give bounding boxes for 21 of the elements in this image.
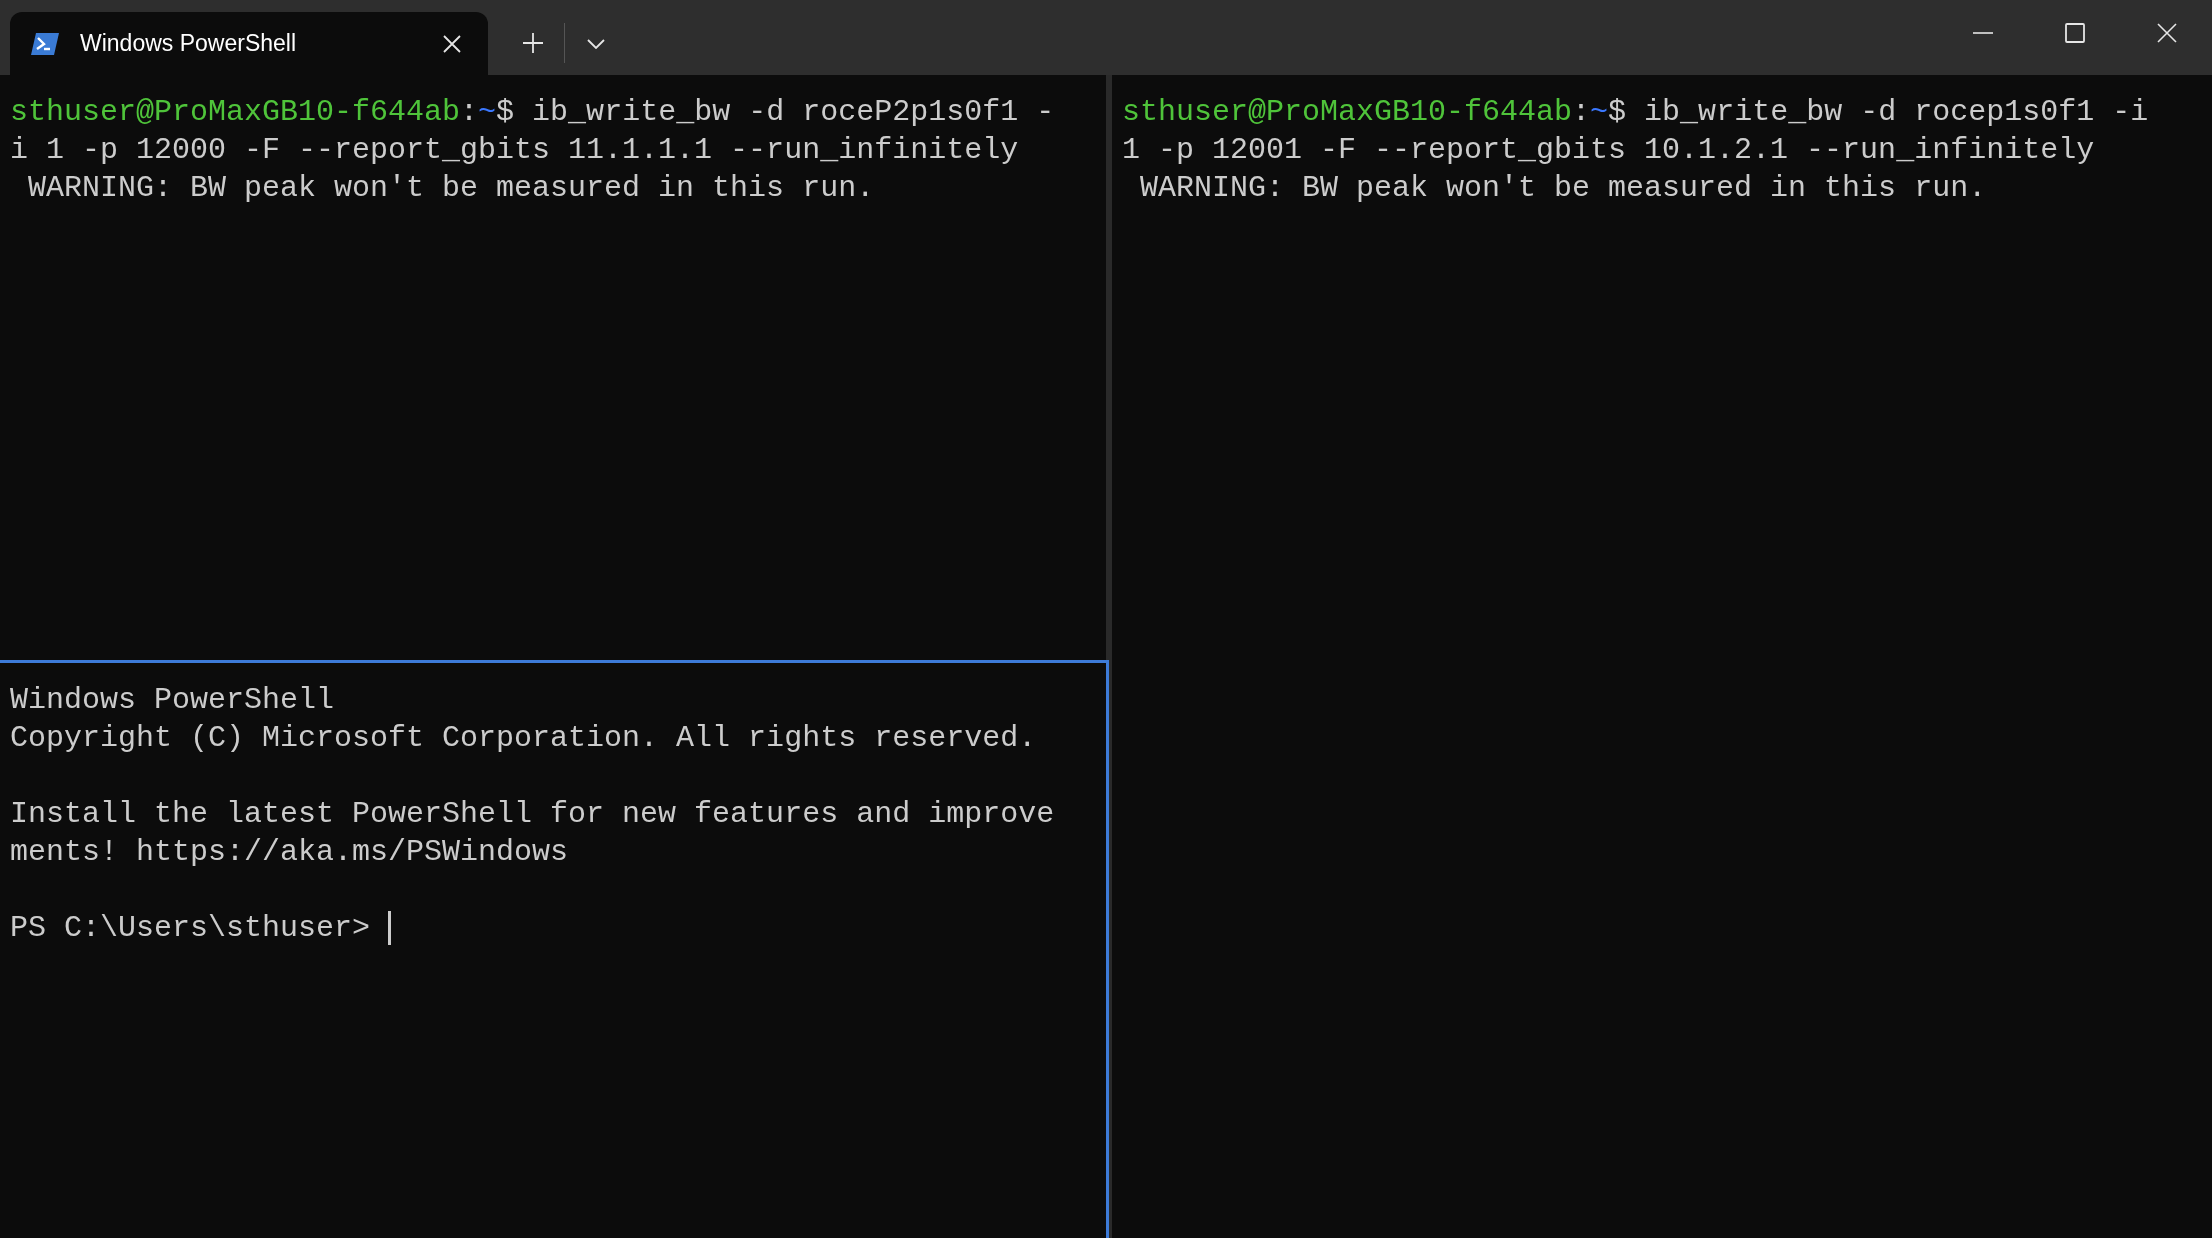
terminal-line: WARNING: BW peak won't be measured in this run. <box>1139 170 1988 207</box>
terminal-pane[interactable]: sthuser@ProMaxGB10-f644ab:~$ ib_write_bw -d roceP2p1s0f1 - i 1 -p 12000 -F --report_gbits 11.1.1.1 --run_infinitely WARNING: BW peak won't be measured in this run. <box>0 75 1106 660</box>
terminal-tab[interactable]: Windows PowerShell <box>10 12 488 75</box>
close-icon[interactable] <box>2157 23 2177 43</box>
terminal-line: PS C:\Users\sthuser> <box>10 909 1096 947</box>
powershell-icon <box>30 31 60 56</box>
terminal-line: sthuser@ProMaxGB10-f644ab:~$ ib_write_bw -d rocep1s0f1 -i <box>1122 94 2150 131</box>
terminal-line: Copyright (C) Microsoft Corporation. All rights reserved. <box>10 720 1038 757</box>
terminal-pane[interactable]: Windows PowerShell Copyright (C) Microsoft Corporation. All rights reserved. Install the latest PowerShell for new features and improve ments! https://aka.ms/PSWindows PS C:\Users\sthuser> <box>0 660 1109 1238</box>
plus-icon[interactable] <box>522 32 544 54</box>
terminal-line: Install the latest PowerShell for new features and improve <box>10 796 1056 833</box>
terminal-line: i 1 -p 12000 -F --report_gbits 11.1.1.1 --run_infinitely <box>10 132 1020 169</box>
close-icon[interactable] <box>442 33 462 54</box>
terminal-line: ments! https://aka.ms/PSWindows <box>10 834 570 871</box>
terminal-line: 1 -p 12001 -F --report_gbits 10.1.2.1 --run_infinitely <box>1122 132 2096 169</box>
chevron-down-icon[interactable] <box>587 39 605 49</box>
maximize-icon[interactable] <box>2065 23 2085 43</box>
terminal-line: Windows PowerShell <box>10 682 336 719</box>
terminal-pane[interactable]: sthuser@ProMaxGB10-f644ab:~$ ib_write_bw -d rocep1s0f1 -i 1 -p 12001 -F --report_gbits 10.1.2.1 --run_infinitely WARNING: BW peak won't be measured in this run. <box>1112 75 2212 1238</box>
terminal-line: WARNING: BW peak won't be measured in this run. <box>27 170 876 207</box>
terminal-line: sthuser@ProMaxGB10-f644ab:~$ ib_write_bw -d roceP2p1s0f1 - <box>10 94 1056 131</box>
